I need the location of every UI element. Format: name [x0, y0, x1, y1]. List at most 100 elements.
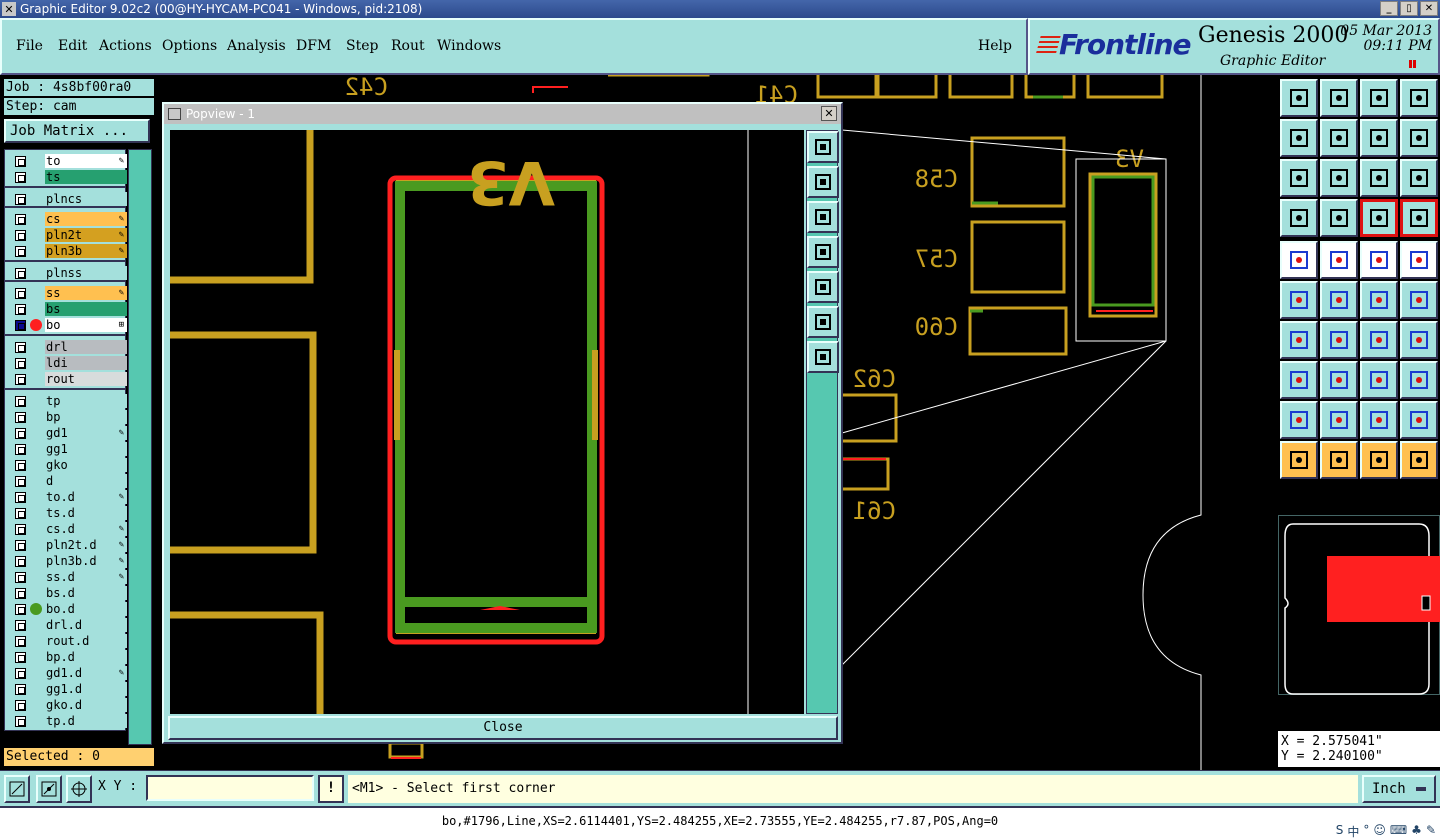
layer-row-pln3b[interactable]: pln3b ✎: [9, 244, 127, 258]
move-down-icon[interactable]: [1320, 79, 1358, 117]
layer-name[interactable]: to.d ✎: [45, 490, 127, 504]
layer-row-tp-d[interactable]: tp.d: [9, 714, 127, 728]
group-icon[interactable]: [1400, 361, 1438, 399]
edit-shape-icon[interactable]: [1320, 241, 1358, 279]
layer-checkbox[interactable]: [15, 246, 26, 257]
layer-checkbox[interactable]: [15, 288, 26, 299]
menu-analysis[interactable]: Analysis: [227, 38, 286, 54]
layer-row-d[interactable]: d: [9, 474, 127, 488]
pv-zoom-in-icon[interactable]: [807, 306, 839, 338]
line-icon[interactable]: [1320, 321, 1358, 359]
rotate-icon[interactable]: [1360, 119, 1398, 157]
grid-icon[interactable]: [1320, 199, 1358, 237]
layer-row-bo[interactable]: bo ⊞: [9, 318, 127, 332]
split-view-icon[interactable]: [1400, 79, 1438, 117]
show-all-icon[interactable]: [1280, 79, 1318, 117]
layer-row-drl-d[interactable]: drl.d: [9, 618, 127, 632]
layer-checkbox[interactable]: [15, 604, 26, 615]
layer-row-drl[interactable]: drl: [9, 340, 127, 354]
help-icon[interactable]: [1400, 159, 1438, 197]
tray-icon[interactable]: ✎: [1426, 823, 1436, 840]
move-right-icon[interactable]: [1320, 119, 1358, 157]
layer-row-gko-d[interactable]: gko.d: [9, 698, 127, 712]
layer-name[interactable]: pln3b ✎: [45, 244, 127, 258]
layer-row-plncs[interactable]: plncs: [9, 192, 127, 206]
line-add-icon[interactable]: [1360, 281, 1398, 319]
layer-row-gg1-d[interactable]: gg1.d: [9, 682, 127, 696]
pause-icon[interactable]: [1409, 60, 1416, 68]
point-icon[interactable]: [1400, 241, 1438, 279]
layer-name[interactable]: bp: [45, 410, 127, 424]
menu-options[interactable]: Options: [162, 38, 217, 54]
layer-checkbox[interactable]: [15, 156, 26, 167]
layer-name[interactable]: bo.d: [45, 602, 127, 616]
select-icon[interactable]: [1280, 441, 1318, 479]
layer-name[interactable]: pln3b.d ✎: [45, 554, 127, 568]
menu-edit[interactable]: Edit: [58, 38, 87, 54]
job-matrix-button[interactable]: Job Matrix ...: [4, 119, 150, 143]
layer-name[interactable]: pln2t.d ✎: [45, 538, 127, 552]
angle-icon[interactable]: [1280, 321, 1318, 359]
menu-file[interactable]: File: [16, 38, 43, 54]
xy-input[interactable]: [146, 775, 314, 801]
zoom-fit-icon[interactable]: [4, 775, 30, 803]
layer-checkbox[interactable]: [15, 668, 26, 679]
layer-name[interactable]: rout: [45, 372, 127, 386]
tray-icon[interactable]: ♣: [1411, 823, 1422, 840]
a-cut-icon[interactable]: [1360, 401, 1398, 439]
pv-down-icon[interactable]: [807, 201, 839, 233]
layer-checkbox[interactable]: [15, 268, 26, 279]
layer-name[interactable]: plncs: [45, 192, 127, 206]
layer-name[interactable]: to ✎: [45, 154, 127, 168]
pv-left-icon[interactable]: [807, 236, 839, 268]
layer-name[interactable]: ldi: [45, 356, 127, 370]
snap-icon[interactable]: [1280, 241, 1318, 279]
a-shape-icon[interactable]: [1320, 401, 1358, 439]
layer-name[interactable]: bs.d: [45, 586, 127, 600]
layer-checkbox[interactable]: [15, 230, 26, 241]
popview-close-x-button[interactable]: ✕: [821, 106, 837, 121]
popview-close-button[interactable]: Close: [168, 716, 838, 740]
pv-fit-icon[interactable]: [807, 131, 839, 163]
layer-row-bs[interactable]: bs: [9, 302, 127, 316]
layer-name[interactable]: gd1.d ✎: [45, 666, 127, 680]
layer-checkbox[interactable]: [15, 444, 26, 455]
layer-name[interactable]: bp.d: [45, 650, 127, 664]
layer-checkbox[interactable]: [15, 358, 26, 369]
cross-icon[interactable]: [1320, 281, 1358, 319]
layer-name[interactable]: gg1.d: [45, 682, 127, 696]
layer-name[interactable]: gd1 ✎: [45, 426, 127, 440]
pv-up-icon[interactable]: [807, 166, 839, 198]
layer-name[interactable]: tp.d: [45, 714, 127, 728]
menu-rout[interactable]: Rout: [391, 38, 425, 54]
layer-checkbox[interactable]: [15, 524, 26, 535]
layer-row-tp[interactable]: tp: [9, 394, 127, 408]
layer-checkbox[interactable]: [15, 540, 26, 551]
ruler-icon[interactable]: [1360, 241, 1398, 279]
grid-icon[interactable]: [66, 775, 92, 803]
menu-dfm[interactable]: DFM: [296, 38, 331, 54]
minimize-button[interactable]: _: [1380, 1, 1398, 16]
tray-icon[interactable]: ☺: [1373, 823, 1386, 840]
connect-icon[interactable]: [1280, 281, 1318, 319]
layer-name[interactable]: d: [45, 474, 127, 488]
layer-name[interactable]: ss ✎: [45, 286, 127, 300]
zoom-fit-icon[interactable]: [1280, 159, 1318, 197]
line-add2-icon[interactable]: [1400, 281, 1438, 319]
select-active-icon[interactable]: [1360, 441, 1398, 479]
layer-name[interactable]: bo ⊞: [45, 318, 127, 332]
layer-name[interactable]: drl.d: [45, 618, 127, 632]
mirror-icon[interactable]: [1400, 119, 1438, 157]
layers-red2-icon[interactable]: [1400, 199, 1438, 237]
layers-red-icon[interactable]: [1360, 199, 1398, 237]
layer-row-bp-d[interactable]: bp.d: [9, 650, 127, 664]
measure-icon[interactable]: [1280, 199, 1318, 237]
layer-checkbox[interactable]: [15, 588, 26, 599]
layer-row-cs[interactable]: cs ✎: [9, 212, 127, 226]
layer-row-ss-d[interactable]: ss.d ✎: [9, 570, 127, 584]
tray-icon[interactable]: ⌨: [1390, 823, 1407, 840]
layer-checkbox[interactable]: [15, 620, 26, 631]
zoom-center-icon[interactable]: [1320, 159, 1358, 197]
units-select[interactable]: Inch: [1362, 775, 1436, 803]
layer-checkbox[interactable]: [15, 476, 26, 487]
